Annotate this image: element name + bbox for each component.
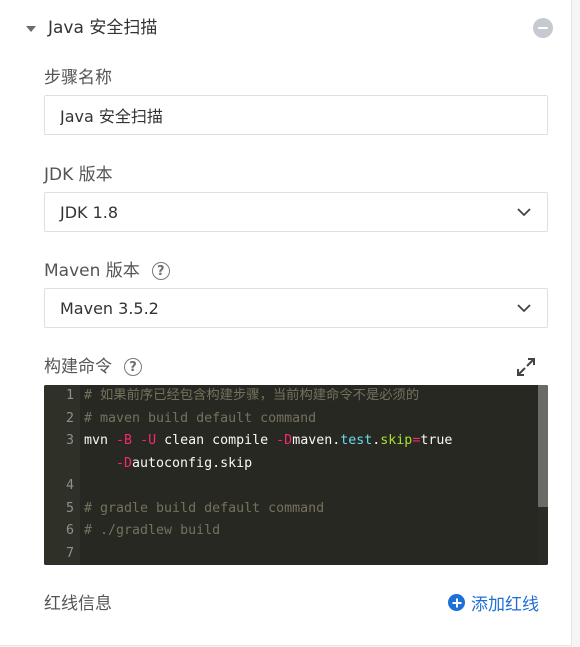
step-header[interactable]: Java 安全扫描 <box>26 16 555 40</box>
question-circle-icon[interactable]: ? <box>151 262 170 280</box>
step-name-field[interactable] <box>44 95 548 135</box>
plus-circle-icon <box>448 594 465 611</box>
code-line: 3 mvn -B -U clean compile -Dmaven.test.s… <box>65 433 453 448</box>
code-line: 5 # gradle build default command <box>65 500 325 516</box>
code-line-wrap: -Dautoconfig.skip <box>116 455 253 471</box>
redline-info-label: 红线信息 <box>44 594 112 614</box>
maven-version-label: Maven 版本 ? <box>44 259 170 283</box>
code-line: 2 # maven build default command <box>65 410 317 426</box>
step-name-input[interactable] <box>60 105 532 125</box>
editor-scroll-thumb[interactable] <box>538 385 548 507</box>
caret-down-icon[interactable] <box>26 26 36 32</box>
maven-version-select[interactable]: Maven 3.5.2 <box>44 288 548 328</box>
jdk-version-value: JDK 1.8 <box>60 202 119 222</box>
jdk-version-label: JDK 版本 <box>44 165 113 185</box>
editor-scrollbar[interactable] <box>538 385 548 565</box>
step-name-label: 步骤名称 <box>44 68 112 88</box>
question-circle-icon[interactable]: ? <box>124 358 142 376</box>
code-line: 4 <box>65 478 74 493</box>
code-line: 6 # ./gradlew build <box>65 523 221 538</box>
code-lines: 1 # 如果前序已经包含构建步骤，当前构建命令不是必须的 2 # maven b… <box>44 385 538 565</box>
jdk-version-select[interactable]: JDK 1.8 <box>44 192 548 232</box>
maven-version-value: Maven 3.5.2 <box>60 298 159 318</box>
expand-icon[interactable] <box>515 356 537 378</box>
minus-circle-icon[interactable] <box>533 18 553 38</box>
chevron-down-icon[interactable] <box>516 204 532 220</box>
build-command-editor[interactable]: 1 # 如果前序已经包含构建步骤，当前构建命令不是必须的 2 # maven b… <box>44 385 548 565</box>
step-title: Java 安全扫描 <box>48 18 158 38</box>
build-command-label: 构建命令 ? <box>44 355 142 379</box>
code-line: 1 # 如果前序已经包含构建步骤，当前构建命令不是必须的 <box>65 388 420 403</box>
chevron-down-icon[interactable] <box>516 300 532 316</box>
add-redline-label: 添加红线 <box>471 595 539 615</box>
add-redline-button[interactable]: 添加红线 <box>448 590 539 615</box>
step-panel: Java 安全扫描 步骤名称 JDK 版本 JDK 1.8 Maven 版本 ?… <box>0 0 572 646</box>
code-line: 7 <box>65 545 74 561</box>
